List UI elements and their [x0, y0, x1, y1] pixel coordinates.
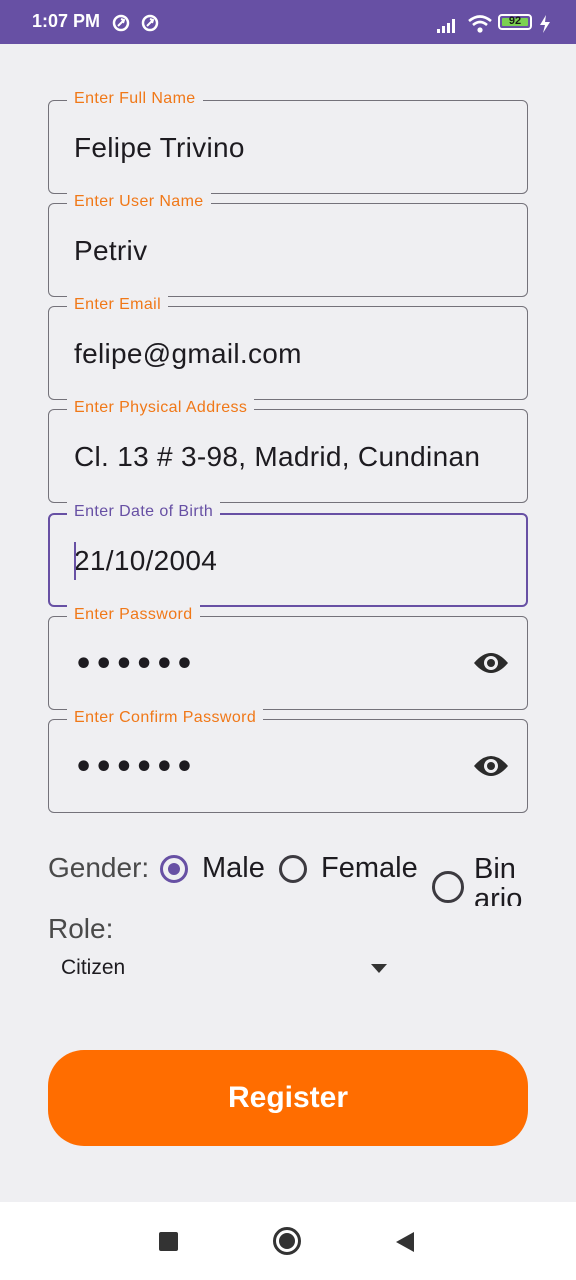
gender-option-female[interactable]: Female — [321, 852, 418, 885]
gender-radio-binario[interactable] — [432, 871, 464, 903]
email-value: felipe@gmail.com — [74, 338, 302, 369]
chevron-down-icon — [371, 964, 387, 973]
wifi-icon — [468, 15, 492, 33]
text-cursor — [74, 542, 76, 580]
full-name-label: Enter Full Name — [67, 89, 203, 109]
gender-radio-female[interactable] — [279, 855, 307, 883]
confirm-password-label: Enter Confirm Password — [67, 708, 264, 728]
battery-icon: 92 — [498, 14, 532, 30]
password-field[interactable]: Enter Password •••••• — [48, 605, 528, 710]
user-name-value: Petriv — [74, 235, 148, 266]
date-of-birth-field[interactable]: Enter Date of Birth 21/10/2004 — [48, 502, 528, 607]
confirm-password-field[interactable]: Enter Confirm Password •••••• — [48, 708, 528, 813]
charging-icon — [540, 15, 550, 33]
notification-icon — [141, 14, 159, 32]
system-nav-bar — [0, 1202, 576, 1280]
gender-label: Gender: — [48, 852, 150, 883]
role-label: Role: — [48, 913, 114, 944]
user-name-field[interactable]: Enter User Name Petriv — [48, 192, 528, 297]
confirm-password-value: •••••• — [74, 750, 196, 785]
battery-level: 92 — [508, 15, 522, 27]
date-of-birth-label: Enter Date of Birth — [67, 502, 221, 522]
address-label: Enter Physical Address — [67, 398, 255, 418]
email-field[interactable]: Enter Email felipe@gmail.com — [48, 295, 528, 400]
register-button[interactable]: Register — [48, 1050, 528, 1146]
gender-option-binario[interactable]: Bin ario — [474, 854, 554, 906]
user-name-label: Enter User Name — [67, 192, 211, 212]
gender-option-binario-line2: ario — [474, 883, 523, 906]
role-dropdown[interactable]: Citizen — [48, 948, 394, 990]
address-value: Cl. 13 # 3-98, Madrid, Cundinan — [74, 441, 481, 472]
date-of-birth-value: 21/10/2004 — [74, 545, 218, 576]
password-value: •••••• — [74, 647, 196, 682]
gender-radio-male[interactable] — [160, 855, 188, 883]
status-bar: 1:07 PM 92 — [0, 0, 576, 44]
signal-icon — [437, 19, 455, 33]
home-icon[interactable] — [273, 1227, 301, 1255]
back-icon[interactable] — [396, 1232, 414, 1252]
email-label: Enter Email — [67, 295, 169, 315]
eye-icon[interactable] — [473, 752, 509, 780]
password-label: Enter Password — [67, 605, 200, 625]
eye-icon[interactable] — [473, 649, 509, 677]
gender-option-binario-line1: Bin — [474, 854, 516, 885]
address-field[interactable]: Enter Physical Address Cl. 13 # 3-98, Ma… — [48, 398, 528, 503]
recents-icon[interactable] — [159, 1232, 178, 1251]
full-name-field[interactable]: Enter Full Name Felipe Trivino — [48, 89, 528, 194]
full-name-value: Felipe Trivino — [74, 132, 245, 163]
notification-icon — [112, 14, 130, 32]
status-time: 1:07 PM — [32, 11, 101, 31]
gender-option-male[interactable]: Male — [202, 852, 265, 885]
role-selected-value: Citizen — [61, 956, 126, 979]
